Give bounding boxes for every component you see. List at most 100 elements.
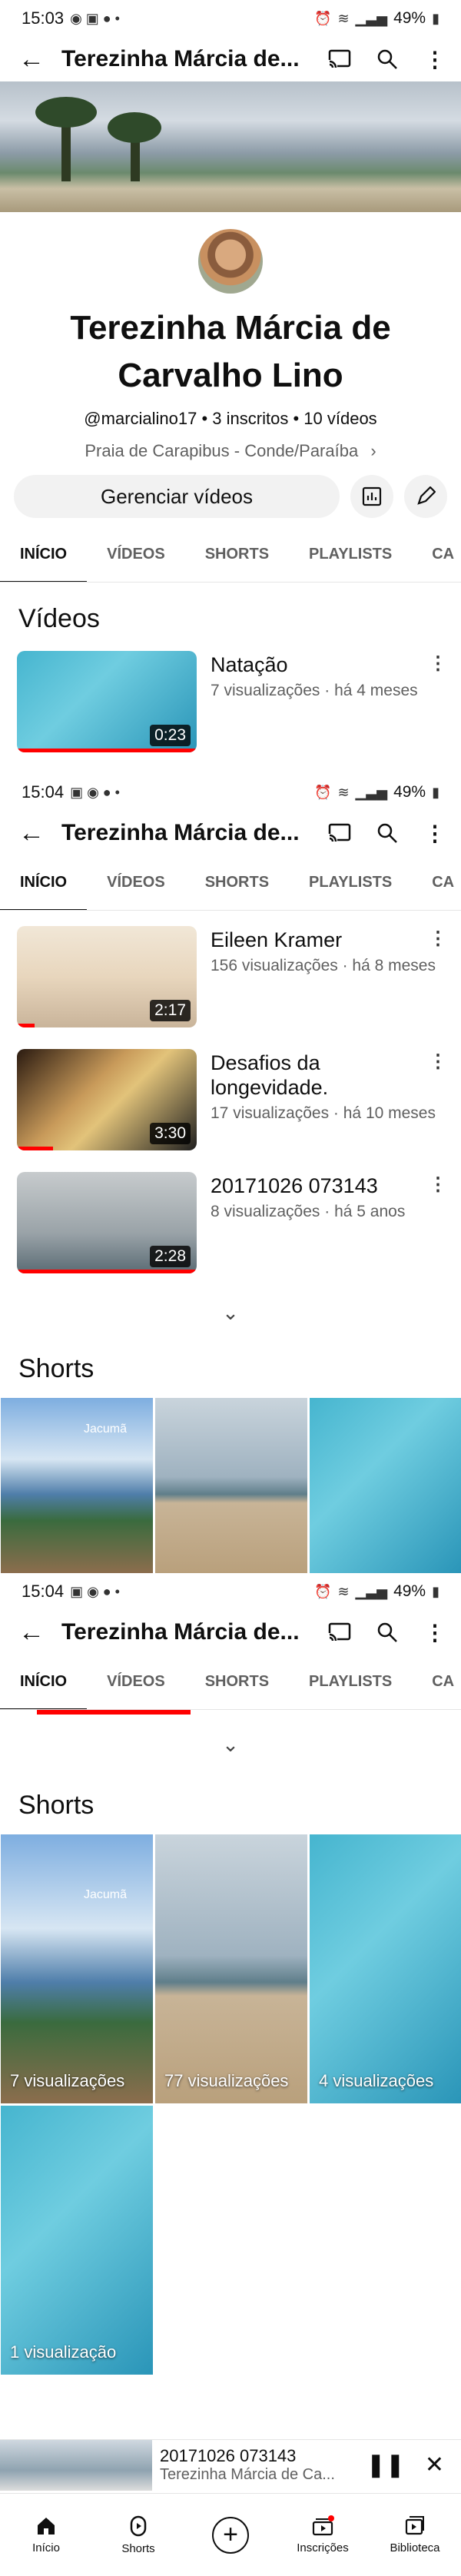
search-icon[interactable]	[373, 819, 401, 847]
nav-subscriptions[interactable]: Inscrições	[277, 2494, 369, 2576]
nav-create[interactable]: +	[184, 2494, 277, 2576]
video-item[interactable]: 2:28 20171026 073143 8 visualizações · h…	[0, 1172, 461, 1287]
battery-level: 49%	[393, 9, 426, 27]
shorts-section-title: Shorts	[18, 1791, 95, 1820]
channel-tabs-1: INÍCIO VÍDEOS SHORTS PLAYLISTS CA	[0, 527, 461, 583]
tab-shorts[interactable]: SHORTS	[185, 527, 289, 582]
video-item[interactable]: 0:23 Natação 7 visualizações · há 4 mese…	[0, 651, 461, 766]
nav-library-label: Biblioteca	[390, 2541, 440, 2554]
battery-icon: ▮	[432, 784, 439, 800]
nav-home[interactable]: Início	[0, 2494, 92, 2576]
video-thumbnail[interactable]: 2:17	[17, 926, 197, 1027]
chevron-down-icon[interactable]: ⌄	[0, 1733, 461, 1757]
chevron-down-icon[interactable]: ⌄	[0, 1301, 461, 1325]
short-item[interactable]: Jacumã	[1, 1398, 153, 1573]
more-vert-icon[interactable]: ⋮	[421, 1618, 449, 1646]
video-duration: 0:23	[150, 725, 191, 746]
tab-playlists[interactable]: PLAYLISTS	[289, 855, 412, 910]
cast-icon[interactable]	[326, 45, 353, 73]
status-bar-2: 15:04 ▣ ◉ ● • ⏰ ≋ ▁▃▅ 49% ▮	[0, 774, 461, 811]
cast-icon[interactable]	[326, 1618, 353, 1646]
analytics-button[interactable]	[350, 475, 393, 518]
wifi-icon: ≋	[337, 1583, 350, 1599]
more-vert-icon[interactable]: ⋮	[421, 45, 449, 73]
nav-library[interactable]: Biblioteca	[369, 2494, 461, 2576]
battery-icon: ▮	[432, 1583, 439, 1599]
video-title: Eileen Kramer	[211, 928, 343, 951]
watch-progress-bar	[17, 1270, 197, 1273]
mini-player-title: 20171026 073143	[160, 2446, 297, 2465]
tab-shorts[interactable]: SHORTS	[185, 1655, 289, 1709]
short-item[interactable]	[310, 1398, 461, 1573]
nav-home-label: Início	[32, 2541, 60, 2554]
channel-tabs-2: INÍCIO VÍDEOS SHORTS PLAYLISTS CA	[0, 855, 461, 911]
channel-avatar[interactable]	[198, 229, 263, 294]
short-item[interactable]: 4 visualizações	[310, 1834, 461, 2103]
signal-icon: ▁▃▅	[355, 784, 388, 800]
tab-more[interactable]: CA	[412, 1655, 461, 1709]
video-title: Desafios da longevidade.	[211, 1051, 329, 1099]
tab-playlists[interactable]: PLAYLISTS	[289, 1655, 412, 1709]
manage-videos-button[interactable]: Gerenciar vídeos	[14, 475, 340, 518]
cast-icon[interactable]	[326, 819, 353, 847]
short-item[interactable]: 77 visualizações	[155, 1834, 307, 2103]
short-item[interactable]: 1 visualização	[1, 2106, 153, 2375]
tab-videos[interactable]: VÍDEOS	[87, 1655, 185, 1709]
app-bar-title: Terezinha Márcia de...	[61, 820, 300, 845]
short-item[interactable]	[155, 1398, 307, 1573]
more-vert-icon[interactable]: ⋮	[429, 652, 447, 675]
more-vert-icon[interactable]: ⋮	[421, 819, 449, 847]
more-vert-icon[interactable]: ⋮	[429, 1173, 447, 1196]
short-overlay-text: Jacumã	[83, 1422, 127, 1436]
mini-player-thumbnail[interactable]	[0, 2439, 152, 2491]
search-icon[interactable]	[373, 45, 401, 73]
add-icon[interactable]: +	[212, 2516, 249, 2554]
channel-location[interactable]: Praia de Carapibus - Conde/Paraíba ›	[0, 441, 461, 461]
video-thumbnail[interactable]: 0:23	[17, 651, 197, 752]
close-icon[interactable]: ✕	[425, 2452, 444, 2478]
channel-handle: @marcialino17	[84, 409, 197, 428]
watch-progress-bar	[37, 1710, 191, 1715]
video-thumbnail[interactable]: 3:30	[17, 1049, 197, 1150]
tab-inicio[interactable]: INÍCIO	[0, 527, 88, 582]
tab-more[interactable]: CA	[412, 527, 461, 582]
watch-progress-bar	[17, 1024, 35, 1027]
tab-videos[interactable]: VÍDEOS	[87, 855, 185, 910]
back-arrow-icon[interactable]: ←	[12, 1618, 51, 1648]
status-time: 15:03	[22, 8, 65, 28]
short-overlay-text: Jacumã	[83, 1888, 127, 1901]
videos-section-title: Vídeos	[18, 604, 100, 633]
alarm-icon: ⏰	[314, 10, 332, 26]
tab-videos[interactable]: VÍDEOS	[87, 527, 185, 582]
app-bar: ← Terezinha Márcia de... ⋮	[0, 811, 461, 855]
tab-shorts[interactable]: SHORTS	[185, 855, 289, 910]
tab-inicio[interactable]: INÍCIO	[0, 855, 88, 910]
video-thumbnail[interactable]: 2:28	[17, 1172, 197, 1273]
tab-inicio[interactable]: INÍCIO	[0, 1655, 88, 1709]
alarm-icon: ⏰	[314, 1583, 332, 1599]
back-arrow-icon[interactable]: ←	[12, 45, 51, 75]
pause-icon[interactable]: ❚❚	[366, 2452, 405, 2478]
more-vert-icon[interactable]: ⋮	[429, 928, 447, 950]
short-views: 77 visualizações	[164, 2071, 289, 2090]
location-text: Praia de Carapibus - Conde/Paraíba	[85, 441, 359, 460]
status-time: 15:04	[22, 782, 65, 802]
subscriber-count: 3 inscritos	[212, 409, 289, 428]
edit-button[interactable]	[404, 475, 447, 518]
alarm-icon: ⏰	[314, 784, 332, 800]
tab-more[interactable]: CA	[412, 855, 461, 910]
tab-playlists[interactable]: PLAYLISTS	[289, 527, 412, 582]
more-vert-icon[interactable]: ⋮	[429, 1051, 447, 1073]
back-arrow-icon[interactable]: ←	[12, 818, 51, 848]
video-item[interactable]: 2:17 Eileen Kramer 156 visualizações · h…	[0, 926, 461, 1041]
nav-subscriptions-label: Inscrições	[297, 2541, 349, 2554]
video-item[interactable]: 3:30 Desafios da longevidade. 17 visuali…	[0, 1049, 461, 1164]
analytics-icon	[362, 486, 382, 506]
wifi-icon: ≋	[337, 784, 350, 800]
subscriptions-icon	[312, 2515, 334, 2536]
watch-progress-bar	[17, 749, 197, 752]
nav-shorts[interactable]: Shorts	[92, 2494, 184, 2576]
short-item[interactable]: Jacumã 7 visualizações	[1, 1834, 153, 2103]
search-icon[interactable]	[373, 1618, 401, 1646]
mini-player[interactable]: 20171026 073143 Terezinha Márcia de Ca..…	[0, 2439, 461, 2491]
